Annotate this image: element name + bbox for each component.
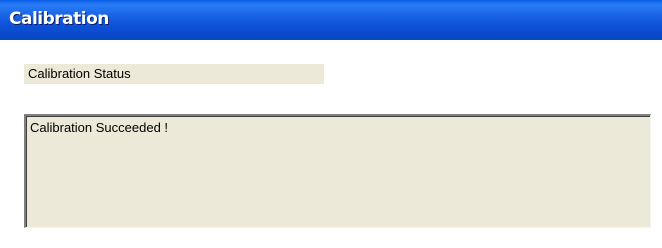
window-title: Calibration	[9, 9, 109, 29]
calibration-status-label: Calibration Status	[24, 64, 324, 84]
title-bar[interactable]: Calibration	[0, 0, 662, 40]
calibration-status-box: Calibration Succeeded !	[24, 114, 651, 228]
calibration-status-message: Calibration Succeeded !	[30, 120, 169, 135]
calibration-window: Calibration Calibration Status Calibrati…	[0, 0, 662, 248]
